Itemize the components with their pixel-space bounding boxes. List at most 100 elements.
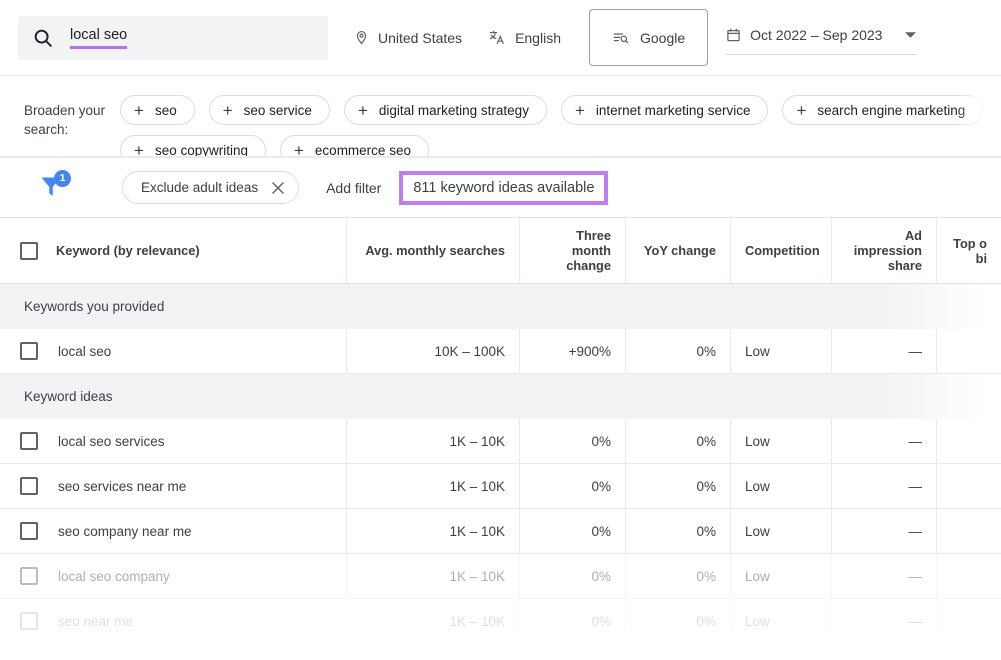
- add-filter-button[interactable]: Add filter: [326, 180, 381, 196]
- row-checkbox[interactable]: [20, 612, 38, 630]
- broaden-chip-label: search engine marketing: [817, 103, 965, 118]
- row-yoy-change: 0%: [626, 329, 731, 373]
- broaden-chip-label: ecommerce seo: [315, 143, 411, 158]
- search-list-icon: [612, 30, 630, 46]
- top-toolbar: local seo United States English: [0, 0, 1001, 76]
- row-competition: Low: [731, 599, 832, 643]
- row-ad-impression-share: —: [832, 419, 937, 463]
- row-top-of-page-bid: [937, 554, 1001, 598]
- table-row[interactable]: seo near me 1K – 10K 0% 0% Low —: [0, 599, 1001, 644]
- broaden-chip[interactable]: +digital marketing strategy: [344, 95, 547, 125]
- keyword-results-table: Keyword (by relevance) Avg. monthly sear…: [0, 218, 1001, 644]
- translate-icon: [488, 29, 506, 46]
- broaden-chip-label: seo: [155, 103, 177, 118]
- column-header-competition[interactable]: Competition: [731, 218, 832, 283]
- row-ad-impression-share: —: [832, 599, 937, 643]
- broaden-chip-label: seo copywriting: [155, 143, 248, 158]
- table-section-title: Keyword ideas: [24, 389, 113, 404]
- row-checkbox[interactable]: [20, 477, 38, 495]
- column-header-ad-impression-share[interactable]: Ad impression share: [832, 218, 937, 283]
- active-filter-label: Exclude adult ideas: [141, 180, 258, 195]
- table-row[interactable]: local seo 10K – 100K +900% 0% Low —: [0, 329, 1001, 374]
- row-ad-impression-share: —: [832, 464, 937, 508]
- row-keyword-cell[interactable]: local seo services: [0, 419, 347, 463]
- search-icon: [32, 27, 54, 49]
- row-three-month-change: 0%: [520, 464, 626, 508]
- row-keyword-label: seo company near me: [58, 524, 192, 539]
- search-input[interactable]: local seo: [18, 16, 328, 60]
- filter-toolbar: 1 Exclude adult ideas Add filter 811 key…: [0, 158, 1001, 218]
- row-keyword-cell[interactable]: seo company near me: [0, 509, 347, 553]
- table-section-header: Keywords you provided: [0, 284, 1001, 329]
- row-three-month-change: 0%: [520, 554, 626, 598]
- row-three-month-change: 0%: [520, 509, 626, 553]
- date-range-selector[interactable]: Oct 2022 – Sep 2023: [726, 21, 917, 55]
- row-avg-monthly-searches: 1K – 10K: [347, 464, 520, 508]
- row-keyword-label: seo near me: [58, 614, 133, 629]
- row-yoy-change: 0%: [626, 464, 731, 508]
- language-selector[interactable]: English: [488, 29, 561, 46]
- broaden-chip[interactable]: +seo copywriting: [120, 135, 266, 158]
- row-avg-monthly-searches: 1K – 10K: [347, 419, 520, 463]
- broaden-chip[interactable]: + search engine marketing: [782, 95, 983, 125]
- broaden-chip-list: +seo +seo service +digital marketing str…: [120, 90, 1001, 158]
- row-keyword-cell[interactable]: local seo company: [0, 554, 347, 598]
- row-ad-impression-share: —: [832, 329, 937, 373]
- row-keyword-label: local seo company: [58, 569, 170, 584]
- column-header-top-of-page-bid[interactable]: Top o bi: [937, 218, 1001, 283]
- keyword-count-text: 811 keyword ideas available: [412, 179, 595, 197]
- row-three-month-change: 0%: [520, 599, 626, 643]
- column-header-top-line2: bi: [976, 251, 987, 266]
- network-selector-button[interactable]: Google: [589, 9, 708, 66]
- plus-icon: +: [796, 102, 806, 119]
- row-competition: Low: [731, 554, 832, 598]
- plus-icon: +: [134, 102, 144, 119]
- close-icon[interactable]: [271, 181, 285, 195]
- broaden-chip[interactable]: +ecommerce seo: [280, 135, 429, 158]
- keyword-count-highlight: 811 keyword ideas available: [399, 171, 608, 205]
- location-selector[interactable]: United States: [354, 29, 462, 46]
- row-yoy-change: 0%: [626, 509, 731, 553]
- broaden-chip[interactable]: + seo: [120, 95, 195, 125]
- column-header-keyword[interactable]: Keyword (by relevance): [0, 218, 347, 283]
- table-row[interactable]: local seo services 1K – 10K 0% 0% Low —: [0, 419, 1001, 464]
- row-keyword-cell[interactable]: seo near me: [0, 599, 347, 643]
- column-header-yoy-change[interactable]: YoY change: [626, 218, 731, 283]
- section-fade: [881, 374, 1001, 419]
- row-checkbox[interactable]: [20, 522, 38, 540]
- broaden-chip-label: seo service: [244, 103, 312, 118]
- row-top-of-page-bid: [937, 599, 1001, 643]
- filter-funnel-icon[interactable]: 1: [38, 173, 72, 203]
- table-row[interactable]: seo services near me 1K – 10K 0% 0% Low …: [0, 464, 1001, 509]
- row-checkbox[interactable]: [20, 342, 38, 360]
- section-fade: [881, 284, 1001, 329]
- table-row[interactable]: seo company near me 1K – 10K 0% 0% Low —: [0, 509, 1001, 554]
- row-three-month-change: +900%: [520, 329, 626, 373]
- broaden-chip[interactable]: +seo service: [209, 95, 330, 125]
- row-keyword-cell[interactable]: local seo: [0, 329, 347, 373]
- broaden-chip[interactable]: +internet marketing service: [561, 95, 769, 125]
- row-competition: Low: [731, 464, 832, 508]
- table-section-title: Keywords you provided: [24, 299, 164, 314]
- column-header-three-month-change[interactable]: Three month change: [520, 218, 626, 283]
- table-row[interactable]: local seo company 1K – 10K 0% 0% Low —: [0, 554, 1001, 599]
- active-filter-chip[interactable]: Exclude adult ideas: [122, 171, 299, 204]
- row-keyword-cell[interactable]: seo services near me: [0, 464, 347, 508]
- row-top-of-page-bid: [937, 419, 1001, 463]
- column-header-avg-monthly-searches[interactable]: Avg. monthly searches: [347, 218, 520, 283]
- row-competition: Low: [731, 509, 832, 553]
- row-checkbox[interactable]: [20, 432, 38, 450]
- network-label: Google: [640, 30, 685, 46]
- broaden-chip-label: digital marketing strategy: [379, 103, 529, 118]
- row-top-of-page-bid: [937, 329, 1001, 373]
- select-all-checkbox[interactable]: [20, 242, 38, 260]
- broaden-search-section: Broaden your search: +seo +seo service +…: [0, 76, 1001, 158]
- location-pin-icon: [354, 29, 369, 46]
- row-yoy-change: 0%: [626, 419, 731, 463]
- row-keyword-label: local seo: [58, 344, 111, 359]
- row-checkbox[interactable]: [20, 567, 38, 585]
- row-avg-monthly-searches: 1K – 10K: [347, 599, 520, 643]
- location-label: United States: [378, 30, 462, 46]
- row-avg-monthly-searches: 10K – 100K: [347, 329, 520, 373]
- chevron-down-icon[interactable]: [904, 31, 917, 39]
